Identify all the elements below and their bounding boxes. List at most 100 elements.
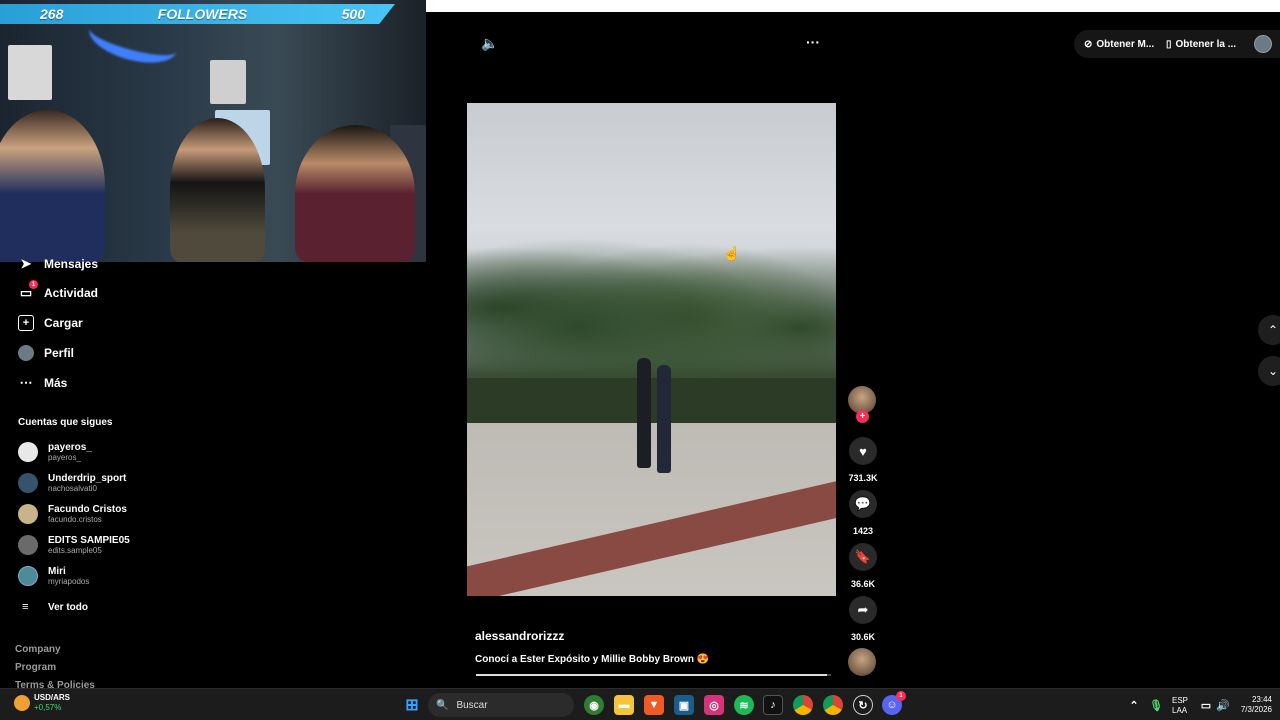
app-icon[interactable]: ↻: [853, 695, 873, 715]
chevron-up-icon[interactable]: ⌃: [1124, 695, 1144, 715]
share-count: 30.6K: [850, 632, 876, 642]
avatar: [18, 566, 38, 586]
sidebar-item-label: Más: [44, 376, 68, 390]
ticker-name: USD/ARS: [34, 693, 71, 702]
clock-date: 7/3/2026: [1240, 705, 1272, 714]
chrome-icon[interactable]: [793, 695, 813, 715]
account-item[interactable]: EDITS SAMPIE05 edits.sample05: [18, 535, 130, 555]
hand-cursor-icon: ☝: [723, 245, 741, 261]
account-item[interactable]: payeros_ payeros_: [18, 442, 92, 462]
video-player[interactable]: [467, 103, 836, 596]
like-action[interactable]: ♥ 731.3K: [848, 437, 878, 483]
layout-code: LAA: [1172, 706, 1188, 715]
follow-plus-icon[interactable]: +: [856, 410, 869, 423]
footer-link[interactable]: Terms & Policies: [15, 680, 95, 688]
avatar: [18, 473, 38, 493]
sidebar-item-mas[interactable]: ⋯ Más: [18, 375, 68, 391]
avatar: [18, 535, 38, 555]
chrome-icon[interactable]: [823, 695, 843, 715]
footer-link[interactable]: Program: [15, 662, 56, 673]
volume-icon[interactable]: 🔈: [481, 35, 498, 52]
person-right: [295, 125, 415, 262]
get-app-button[interactable]: ⊘ Obtener M...: [1084, 33, 1154, 55]
account-handle: facundo.cristos: [48, 515, 102, 524]
sidebar-item-mensajes[interactable]: ➤ Mensajes: [18, 256, 98, 272]
windows-start-icon[interactable]: ⊞: [402, 695, 422, 715]
scroll-up-button[interactable]: ⌃: [1258, 315, 1280, 345]
account-name: payeros_: [48, 442, 92, 453]
account-name: Underdrip_sport: [48, 473, 127, 484]
clock-time: 23:44: [1251, 695, 1272, 704]
sound-avatar[interactable]: [848, 648, 876, 676]
followers-goal-bar: 268 FOLLOWERS 500: [0, 4, 395, 24]
share-icon[interactable]: ➦: [849, 596, 877, 624]
share-action[interactable]: ➦ 30.6K: [848, 596, 878, 642]
save-action[interactable]: 🔖 36.6K: [848, 543, 878, 589]
folder-icon[interactable]: ▬: [614, 695, 634, 715]
video-progress-fill: [476, 674, 828, 676]
browser-top-strip: [426, 0, 1280, 12]
shelf-item: [8, 45, 52, 100]
account-handle: myriapodos: [48, 577, 90, 586]
get-mobile-button[interactable]: ▯ Obtener la ...: [1166, 33, 1236, 55]
account-item[interactable]: Facundo Cristos facundo.cristos: [18, 504, 127, 524]
sidebar-item-cargar[interactable]: + Cargar: [18, 315, 83, 331]
bookmark-icon[interactable]: 🔖: [849, 543, 877, 571]
screen: 268 FOLLOWERS 500 ➤ Mensajes ▭ 1 Activida…: [0, 0, 1280, 720]
sidebar-item-label: Mensajes: [44, 257, 99, 271]
tiktok-icon[interactable]: ♪: [763, 695, 783, 715]
video-author[interactable]: alessandrorizzz: [475, 629, 564, 643]
sidebar-item-label: Actividad: [44, 286, 99, 300]
clock[interactable]: 23:44 7/3/2026: [1241, 695, 1272, 715]
language-indicator[interactable]: ESP LAA: [1172, 696, 1188, 716]
footer-link[interactable]: Company: [15, 644, 61, 655]
followers-label: FOLLOWERS: [157, 6, 248, 22]
get-app-label: Obtener M...: [1096, 38, 1155, 50]
taskbar-search[interactable]: 🔍 Buscar: [428, 693, 574, 717]
instagram-icon[interactable]: ◎: [704, 695, 724, 715]
volume-icon[interactable]: 🔊: [1213, 695, 1233, 715]
account-item[interactable]: Underdrip_sport nachosalvati0: [18, 473, 126, 493]
sidebar-item-label: Perfil: [44, 346, 75, 360]
see-all-link[interactable]: ≡ Ver todo: [22, 601, 88, 613]
followers-current: 268: [40, 6, 64, 22]
shelf-item: [210, 60, 246, 104]
chart-icon: [14, 695, 30, 711]
comment-count: 1423: [852, 526, 874, 536]
list-icon: ≡: [22, 601, 29, 613]
spotify-icon[interactable]: ≋: [734, 695, 754, 715]
video-trees: [467, 213, 836, 403]
video-caption: Conocí a Ester Expósito y Millie Bobby B…: [475, 654, 710, 665]
more-options-icon[interactable]: ···: [806, 34, 820, 50]
discord-icon[interactable]: ☺ 1: [882, 691, 906, 715]
comment-action[interactable]: 💬 1423: [848, 490, 878, 536]
webcam-overlay: 268 FOLLOWERS 500: [0, 0, 426, 262]
app-icon[interactable]: ▣: [674, 695, 694, 715]
account-name: Facundo Cristos: [48, 504, 127, 515]
sidebar-item-perfil[interactable]: Perfil: [18, 345, 74, 361]
account-item[interactable]: Miri myriapodos: [18, 566, 89, 586]
sidebar-item-actividad[interactable]: ▭ 1 Actividad: [18, 280, 99, 301]
account-name: EDITS SAMPIE05: [48, 535, 130, 546]
brave-icon[interactable]: ▼: [644, 695, 664, 715]
followers-goal: 500: [341, 6, 365, 22]
scroll-down-button[interactable]: ⌄: [1258, 356, 1280, 386]
notification-badge: 1: [29, 280, 38, 289]
video-person: [657, 365, 671, 473]
search-label: Buscar: [456, 699, 488, 711]
following-title: Cuentas que sigues: [18, 417, 113, 428]
video-progress-bar[interactable]: [476, 674, 831, 676]
heart-icon[interactable]: ♥: [849, 437, 877, 465]
sidebar-item-label: Cargar: [44, 316, 83, 330]
comment-icon[interactable]: 💬: [849, 490, 877, 518]
microphone-icon[interactable]: 🎙: [1146, 695, 1166, 715]
avatar-icon: [18, 345, 34, 361]
ticker-widget[interactable]: USD/ARS +0,57%: [14, 693, 70, 713]
profile-avatar[interactable]: [1254, 35, 1272, 53]
phone-icon: ▯: [1166, 38, 1172, 50]
notification-badge: 1: [896, 691, 906, 701]
more-dots-icon: ⋯: [19, 375, 33, 390]
app-icon[interactable]: ◉: [584, 695, 604, 715]
ticker-change: +0,57%: [34, 703, 62, 712]
account-handle: edits.sample05: [48, 546, 102, 555]
